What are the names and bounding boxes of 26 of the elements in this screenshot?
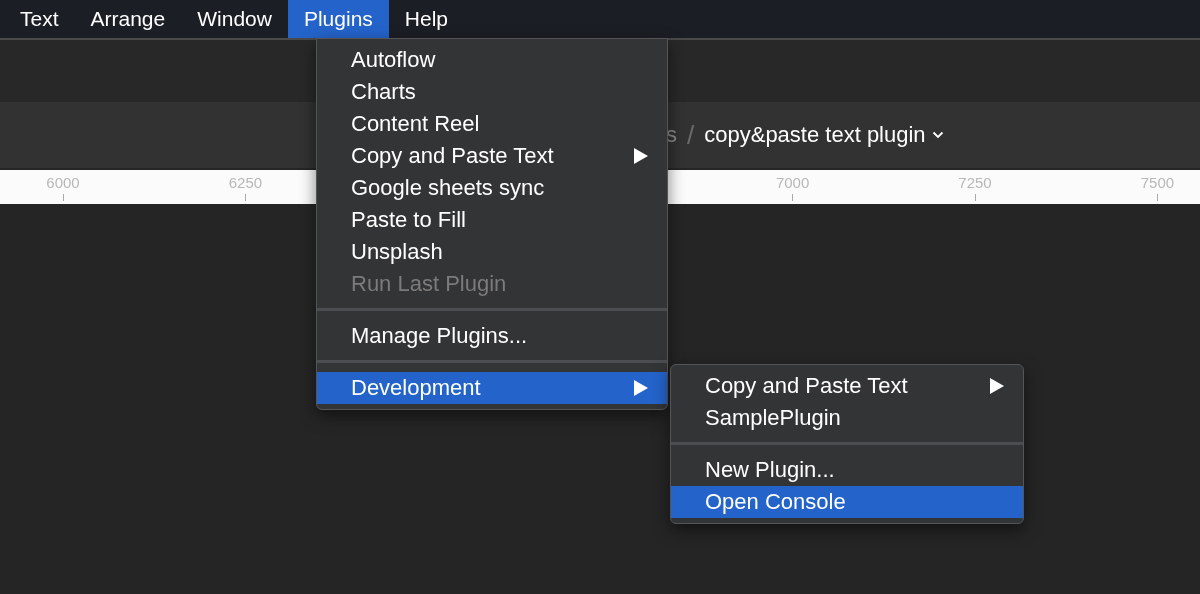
menu-item[interactable]: New Plugin...	[671, 454, 1023, 486]
ruler-label: 6000	[46, 174, 80, 191]
menu-bar-item[interactable]: Plugins	[287, 0, 389, 38]
menu-item[interactable]: Copy and Paste Text	[671, 370, 1023, 402]
menu-item[interactable]: Open Console	[671, 486, 1023, 518]
menu-item[interactable]: Paste to Fill	[317, 204, 667, 236]
menu-bar-item[interactable]: Arrange	[74, 0, 182, 38]
menu-item[interactable]: Manage Plugins...	[317, 320, 667, 352]
breadcrumb-separator: /	[687, 119, 695, 151]
menu-item[interactable]: Content Reel	[317, 108, 667, 140]
menu-item[interactable]: Charts	[317, 76, 667, 108]
menu-item[interactable]: Google sheets sync	[317, 172, 667, 204]
ruler-label: 7250	[958, 174, 992, 191]
menu-bar-item[interactable]: Window	[181, 0, 288, 38]
menu-item[interactable]: Development	[317, 372, 667, 404]
menu-item[interactable]: SamplePlugin	[671, 402, 1023, 434]
ruler-label: 6250	[228, 174, 263, 191]
ruler-label: 7500	[1140, 174, 1175, 191]
menu-item[interactable]: Unsplash	[317, 236, 667, 268]
menu-bar-item[interactable]: Help	[388, 0, 465, 38]
menu-bar-item[interactable]: Text	[4, 0, 75, 38]
ruler-label: 7000	[775, 174, 810, 191]
menu-item[interactable]: Copy and Paste Text	[317, 140, 667, 172]
menu-item[interactable]: Autoflow	[317, 44, 667, 76]
breadcrumb-current[interactable]: copy&paste text plugin	[704, 122, 944, 148]
chevron-down-icon	[931, 131, 944, 139]
